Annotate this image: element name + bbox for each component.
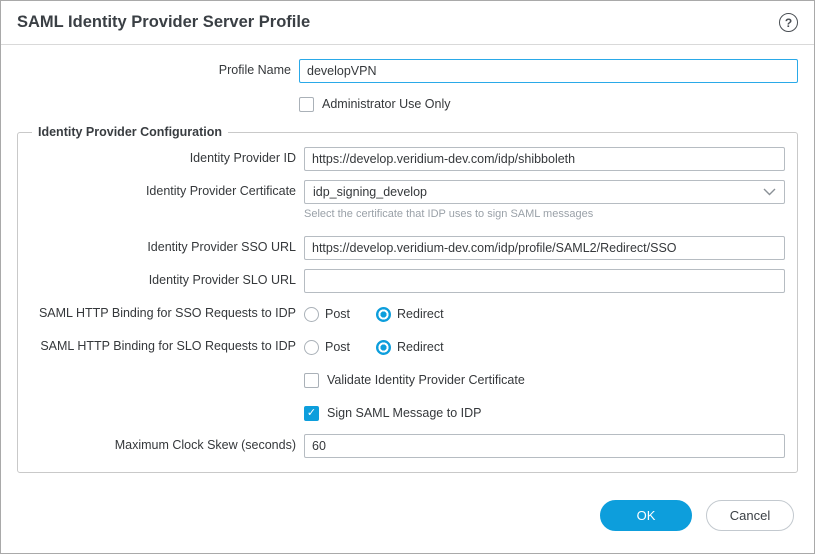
clock-skew-row: Maximum Clock Skew (seconds) xyxy=(30,434,785,458)
dialog-body: Profile Name Administrator Use Only Iden… xyxy=(1,45,814,500)
idp-cert-select[interactable]: idp_signing_develop xyxy=(304,180,785,204)
slo-url-row: Identity Provider SLO URL xyxy=(30,269,785,293)
dialog-footer: OK Cancel xyxy=(1,500,814,553)
validate-cert-checkbox[interactable] xyxy=(304,373,319,388)
sso-binding-label: SAML HTTP Binding for SSO Requests to ID… xyxy=(30,306,296,322)
slo-binding-post-label[interactable]: Post xyxy=(325,340,350,354)
slo-url-label: Identity Provider SLO URL xyxy=(30,273,296,289)
sso-url-label: Identity Provider SSO URL xyxy=(30,240,296,256)
idp-id-row: Identity Provider ID xyxy=(30,147,785,171)
dialog-header: SAML Identity Provider Server Profile ? xyxy=(1,1,814,45)
clock-skew-input[interactable] xyxy=(304,434,785,458)
profile-name-label: Profile Name xyxy=(1,63,291,79)
sso-binding-redirect-label[interactable]: Redirect xyxy=(397,307,444,321)
slo-binding-post-option[interactable]: Post xyxy=(304,340,350,355)
profile-name-row: Profile Name xyxy=(1,59,798,83)
idp-cert-help-text: Select the certificate that IDP uses to … xyxy=(304,208,785,220)
clock-skew-label: Maximum Clock Skew (seconds) xyxy=(30,438,296,454)
validate-cert-row: Validate Identity Provider Certificate xyxy=(304,368,785,392)
slo-binding-label: SAML HTTP Binding for SLO Requests to ID… xyxy=(30,339,296,355)
slo-url-input[interactable] xyxy=(304,269,785,293)
sso-binding-redirect-radio[interactable] xyxy=(376,307,391,322)
checkmark-icon: ✓ xyxy=(307,408,316,419)
sso-binding-row: SAML HTTP Binding for SSO Requests to ID… xyxy=(30,302,785,326)
idp-id-label: Identity Provider ID xyxy=(30,151,296,167)
profile-name-input[interactable] xyxy=(299,59,798,83)
validate-cert-label[interactable]: Validate Identity Provider Certificate xyxy=(327,373,525,387)
saml-idp-server-profile-dialog: SAML Identity Provider Server Profile ? … xyxy=(0,0,815,554)
sso-binding-redirect-option[interactable]: Redirect xyxy=(376,307,444,322)
help-icon[interactable]: ? xyxy=(779,13,798,32)
sso-binding-post-option[interactable]: Post xyxy=(304,307,350,322)
slo-binding-options: Post Redirect xyxy=(304,340,444,355)
sign-saml-row: ✓ Sign SAML Message to IDP xyxy=(304,401,785,425)
sso-url-input[interactable] xyxy=(304,236,785,260)
sso-binding-post-radio[interactable] xyxy=(304,307,319,322)
chevron-down-icon xyxy=(763,188,776,196)
slo-binding-post-radio[interactable] xyxy=(304,340,319,355)
sign-saml-label[interactable]: Sign SAML Message to IDP xyxy=(327,406,481,420)
slo-binding-redirect-label[interactable]: Redirect xyxy=(397,340,444,354)
idp-cert-value: idp_signing_develop xyxy=(313,185,427,199)
slo-binding-redirect-radio[interactable] xyxy=(376,340,391,355)
admin-only-row: Administrator Use Only xyxy=(299,92,798,116)
idp-id-input[interactable] xyxy=(304,147,785,171)
sign-saml-checkbox[interactable]: ✓ xyxy=(304,406,319,421)
sso-url-row: Identity Provider SSO URL xyxy=(30,236,785,260)
dialog-title: SAML Identity Provider Server Profile xyxy=(17,13,310,32)
sso-binding-post-label[interactable]: Post xyxy=(325,307,350,321)
idp-cert-row: Identity Provider Certificate idp_signin… xyxy=(30,180,785,204)
sso-binding-options: Post Redirect xyxy=(304,307,444,322)
slo-binding-row: SAML HTTP Binding for SLO Requests to ID… xyxy=(30,335,785,359)
ok-button[interactable]: OK xyxy=(600,500,692,531)
idp-config-fieldset: Identity Provider Configuration Identity… xyxy=(17,125,798,473)
cancel-button[interactable]: Cancel xyxy=(706,500,794,531)
admin-only-label[interactable]: Administrator Use Only xyxy=(322,97,451,111)
idp-config-legend: Identity Provider Configuration xyxy=(32,125,228,139)
idp-cert-label: Identity Provider Certificate xyxy=(30,184,296,200)
admin-only-checkbox[interactable] xyxy=(299,97,314,112)
slo-binding-redirect-option[interactable]: Redirect xyxy=(376,340,444,355)
